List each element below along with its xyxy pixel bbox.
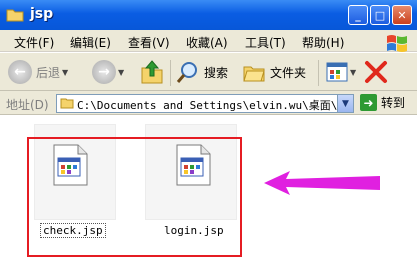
back-button[interactable]: ← 后退 ▼ [8,60,68,84]
delete-button[interactable] [364,60,388,84]
toolbar-separator [318,60,319,86]
go-button[interactable]: ➜ 转到 [360,94,405,111]
window-title: jsp [30,6,54,22]
menu-edit[interactable]: 编辑(E) [70,34,111,51]
address-bar: 地址(D) C:\Documents and Settings\elvin.wu… [0,91,417,115]
folder-icon [6,9,24,22]
chevron-down-icon: ▼ [62,67,69,77]
go-label: 转到 [381,96,406,110]
forward-arrow-icon: → [92,60,116,84]
go-arrow-icon: ➜ [360,94,377,111]
folders-button[interactable]: 文件夹 [242,60,306,84]
menu-tools[interactable]: 工具(T) [245,34,286,51]
address-dropdown-button[interactable]: ▼ [337,95,353,112]
minimize-button[interactable]: _ [348,5,368,25]
windows-logo-icon [387,35,407,52]
up-folder-button[interactable] [140,59,164,85]
chevron-down-icon: ▼ [342,98,349,109]
forward-button[interactable]: → ▼ [92,60,124,84]
menu-bar: 文件(F) 编辑(E) 查看(V) 收藏(A) 工具(T) 帮助(H) [0,30,417,52]
search-button[interactable]: 搜索 [176,60,228,84]
close-button[interactable]: ✕ [392,5,412,25]
explorer-window: jsp _ □ ✕ 文件(F) 编辑(E) 查看(V) 收藏(A) 工具(T) … [0,0,417,263]
close-icon: ✕ [397,8,407,22]
folders-icon [243,66,265,82]
menu-file[interactable]: 文件(F) [14,34,54,51]
toolbar-separator [170,60,171,86]
back-label: 后退 [36,65,61,80]
address-label: 地址(D) [6,98,49,112]
search-icon [176,62,197,83]
address-input[interactable]: C:\Documents and Settings\elvin.wu\桌面\js… [56,94,354,113]
search-label: 搜索 [204,65,229,80]
maximize-icon: □ [374,8,386,22]
menu-help[interactable]: 帮助(H) [302,34,344,51]
folders-label: 文件夹 [270,65,307,80]
chevron-down-icon: ▼ [350,67,357,77]
delete-x-icon [365,61,387,83]
menu-favorites[interactable]: 收藏(A) [186,34,228,51]
highlight-frame [27,137,242,257]
views-button[interactable]: ▼ [326,62,356,82]
menu-view[interactable]: 查看(V) [128,34,170,51]
pointer-arrow-icon [264,171,380,195]
minimize-icon: _ [355,8,361,22]
folder-icon [60,98,74,109]
address-path: C:\Documents and Settings\elvin.wu\桌面\js… [77,99,339,112]
views-icon [326,62,348,82]
title-bar[interactable]: jsp _ □ ✕ [0,0,417,30]
up-folder-icon [141,60,163,84]
chevron-down-icon: ▼ [118,67,125,77]
back-arrow-icon: ← [8,60,32,84]
maximize-button[interactable]: □ [370,5,390,25]
